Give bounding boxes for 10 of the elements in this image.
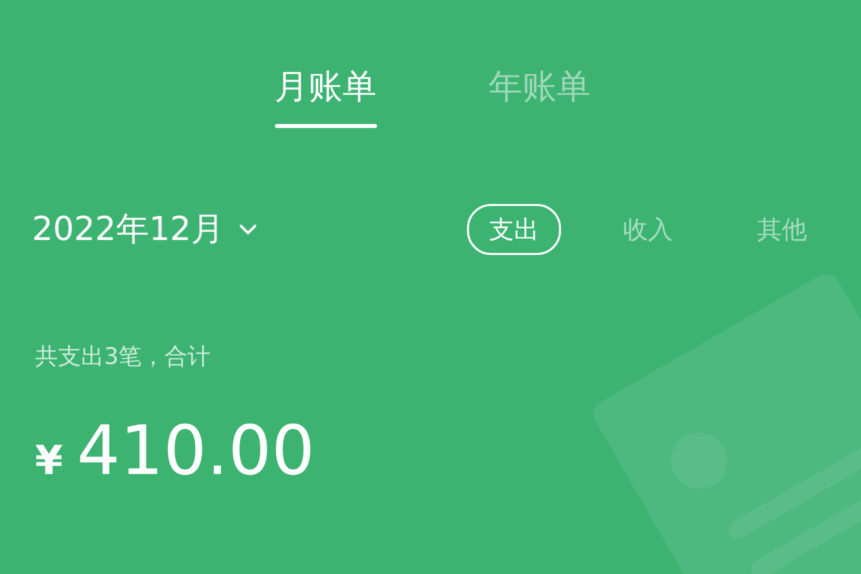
bill-tab[interactable]: 月账单	[274, 64, 376, 128]
month-picker[interactable]: 2022年12月	[32, 207, 258, 252]
filter-pill[interactable]: 其他	[735, 204, 829, 255]
filter-pill[interactable]: 收入	[601, 204, 695, 255]
filter-pill[interactable]: 支出	[467, 204, 561, 255]
summary-text: 共支出3笔，合计	[35, 343, 211, 372]
total-amount: 410.00	[76, 412, 315, 491]
chevron-down-icon	[238, 222, 258, 236]
currency-symbol: ¥	[35, 438, 63, 484]
bill-tab[interactable]: 年账单	[488, 64, 590, 128]
